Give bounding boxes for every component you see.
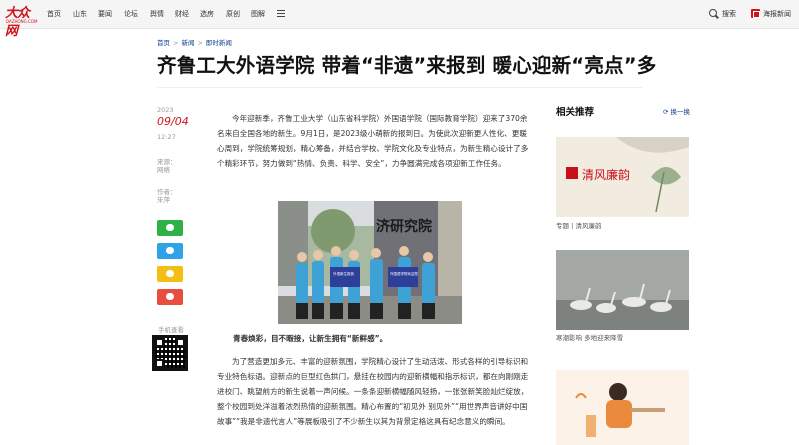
refresh-button[interactable]: ⟳ 换一换	[663, 108, 690, 117]
menu-icon[interactable]	[277, 10, 285, 17]
related-title: 相关推荐	[556, 107, 595, 118]
top-navigation: 大众网 DAZHONG.COM 首页 山东 要闻 论坛 舆情 财经 选房 原创 …	[0, 0, 799, 39]
reading-illustration	[556, 370, 689, 445]
article-paragraph-1: 今年迎新季，齐鲁工业大学（山东省科学院）外国语学院（国际教育学院）迎来了370余…	[217, 114, 529, 168]
related-card-1-image[interactable]: 清风廉韵	[556, 137, 689, 217]
weibo-icon[interactable]	[157, 289, 183, 305]
related-card-1-caption[interactable]: 专题丨清风廉韵	[556, 222, 602, 231]
nav-item-forum[interactable]: 论坛	[124, 9, 138, 20]
breadcrumb-news[interactable]: 新闻	[181, 39, 194, 47]
wechat-icon[interactable]	[157, 220, 183, 236]
nav-item-shandong[interactable]: 山东	[73, 9, 87, 20]
breadcrumb-home[interactable]: 首页	[157, 39, 170, 47]
swans-illustration	[556, 250, 689, 330]
nav-item-home[interactable]: 首页	[47, 9, 61, 20]
card-1-banner-text: 清风廉韵	[582, 167, 630, 182]
qr-code	[152, 335, 188, 371]
photo-caption: 青春焕彩，目不暇接，让新生拥有“新鲜感”。	[233, 334, 388, 343]
nav-item-infographic[interactable]: 图解	[251, 9, 265, 20]
sign-left: 外语新生报到	[333, 271, 354, 276]
nav-item-opinion[interactable]: 舆情	[150, 9, 164, 20]
breadcrumb: 首页 > 新闻 > 即时新闻	[157, 39, 232, 47]
lotus-illustration: 清风廉韵	[556, 137, 689, 217]
site-logo-sub: DAZHONG.COM	[6, 19, 38, 24]
publish-year: 2023	[157, 106, 174, 114]
title-divider	[157, 87, 642, 88]
qq-icon[interactable]	[157, 243, 183, 259]
nav-item-original[interactable]: 原创	[226, 9, 240, 20]
sign-right: 外国语学院欢迎您	[390, 271, 418, 276]
author-value: 朱萍	[157, 196, 170, 204]
publish-date: 09/04	[157, 115, 189, 128]
refresh-icon: ⟳	[663, 108, 671, 116]
building-sign: 济研究院	[376, 218, 432, 235]
qzone-icon[interactable]	[157, 266, 183, 282]
search-link[interactable]: 搜索	[722, 9, 736, 20]
photo-illustration: 济研究院 外语新生报到 外国语学院欢迎您	[278, 201, 462, 324]
article-photo: 济研究院 外语新生报到 外国语学院欢迎您	[278, 201, 462, 324]
publish-time: 12:27	[157, 133, 176, 141]
nav-item-finance[interactable]: 财经	[175, 9, 189, 20]
article-title: 齐鲁工大外语学院 带着“非遗”来报到 暖心迎新“亮点”多	[157, 54, 657, 77]
poster-news-link[interactable]: 海报新闻	[763, 9, 791, 20]
nav-item-news[interactable]: 要闻	[98, 9, 112, 20]
refresh-label: 换一换	[670, 108, 691, 116]
search-icon[interactable]	[709, 9, 717, 17]
article-paragraph-2: 为了营造更加多元、丰富的迎新氛围，学院精心设计了生动活泼、形式各样的引导标识和专…	[217, 357, 529, 426]
related-card-2-caption[interactable]: 寒潮影响 多地迎来降雪	[556, 334, 623, 343]
related-card-3-image[interactable]	[556, 370, 689, 445]
poster-icon[interactable]	[751, 9, 760, 18]
nav-item-house[interactable]: 选房	[200, 9, 214, 20]
related-card-2-image[interactable]	[556, 250, 689, 330]
breadcrumb-instant-news[interactable]: 即时新闻	[206, 39, 232, 47]
source-value: 网络	[157, 166, 170, 174]
qr-label: 手机查看	[158, 326, 184, 334]
